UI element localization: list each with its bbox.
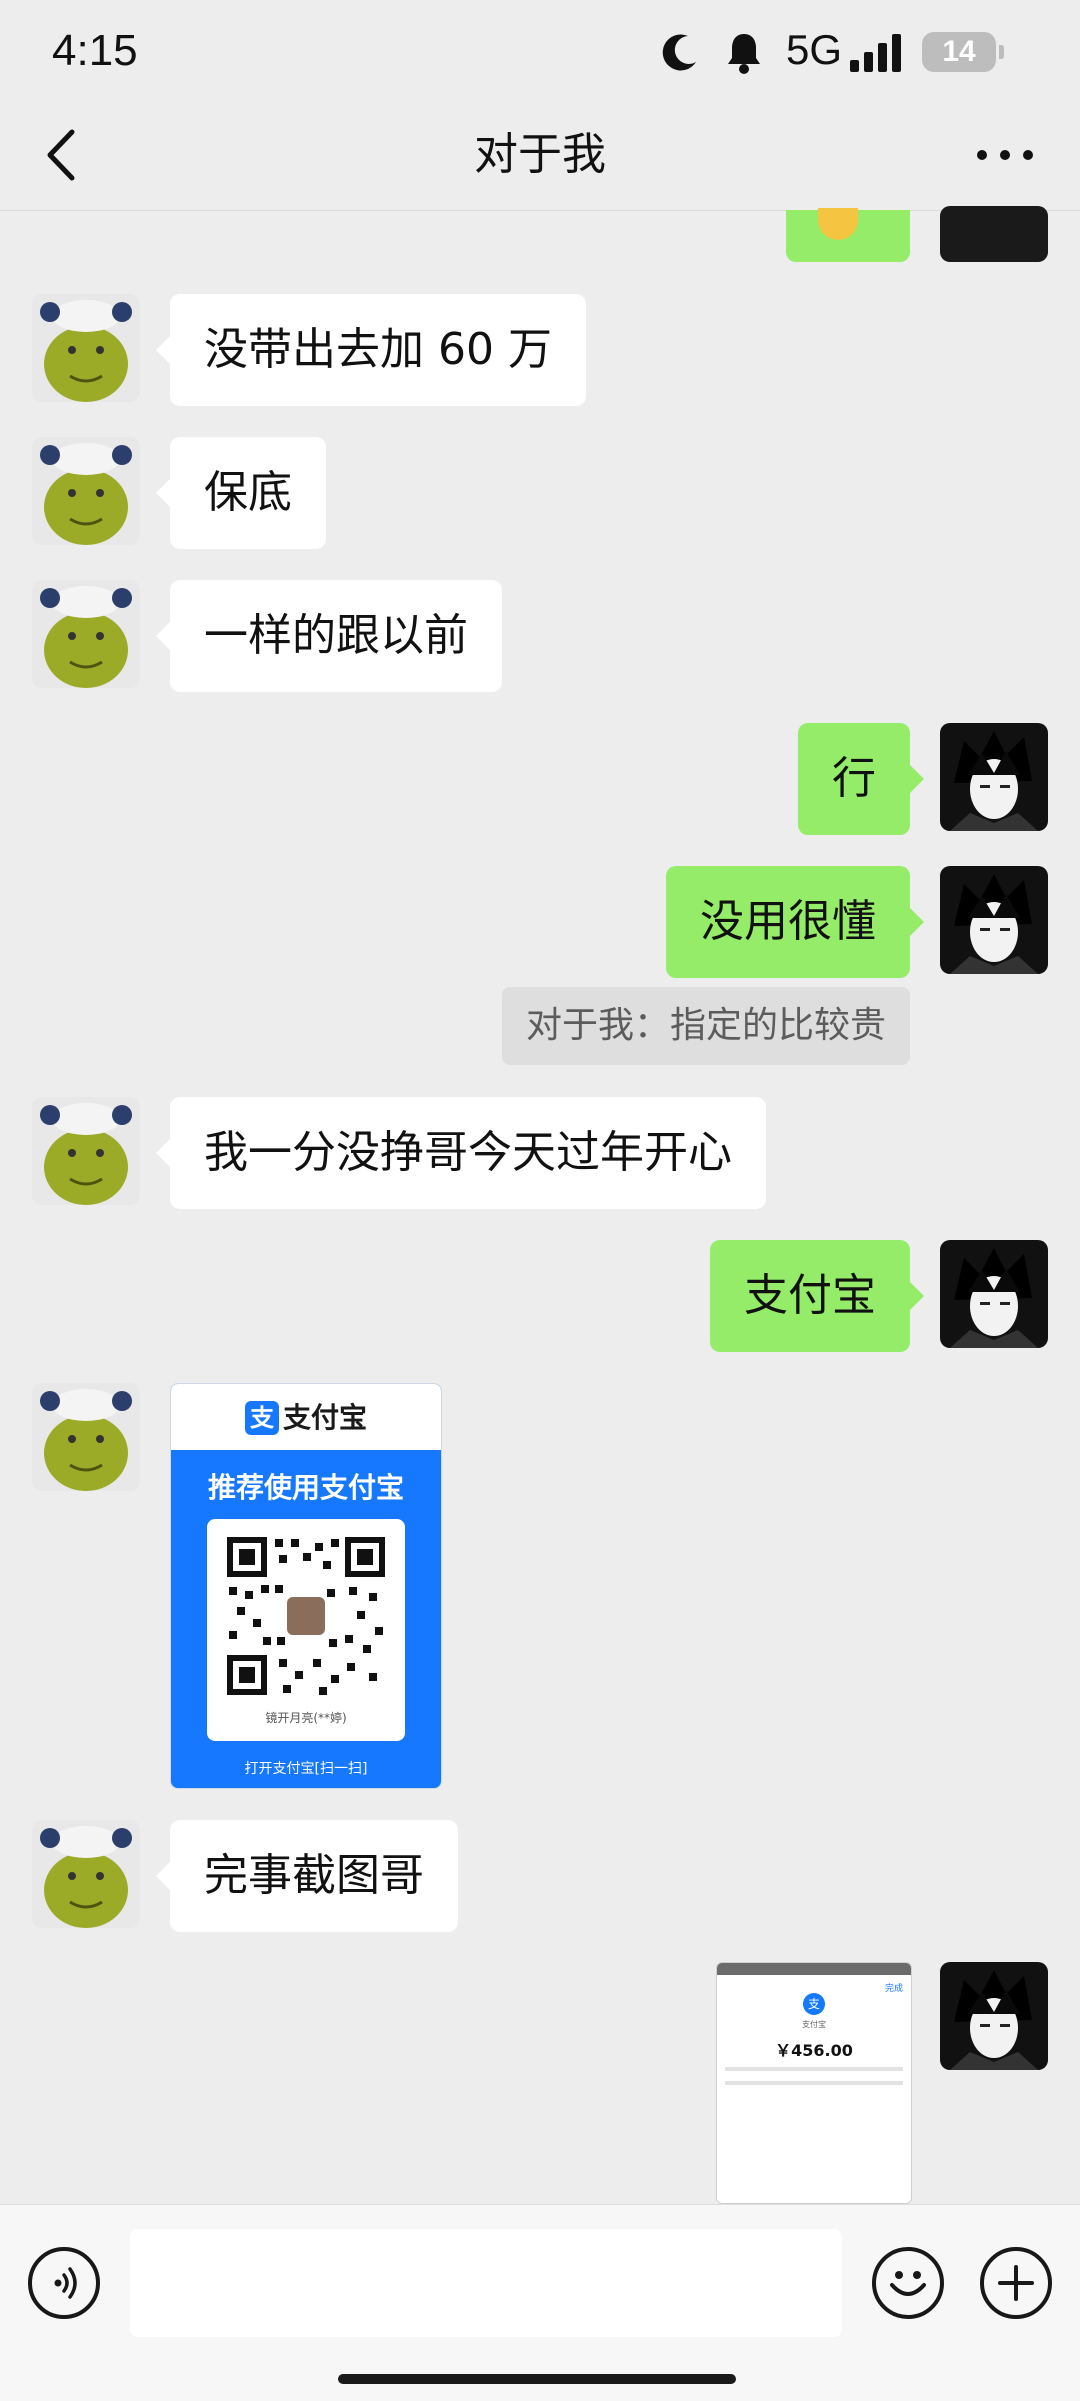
moon-icon bbox=[662, 34, 696, 71]
message-bubble[interactable]: 行 bbox=[798, 723, 924, 835]
avatar-self[interactable] bbox=[940, 206, 1048, 262]
qr-payee-name: 镜开月亮(**婷) bbox=[265, 1711, 347, 1725]
message-bubble[interactable]: 没带出去加 60 万 bbox=[156, 294, 586, 406]
message-row bbox=[0, 206, 1080, 262]
message-input-bar bbox=[0, 2204, 1080, 2401]
status-bar: 4:15 5G 14 bbox=[0, 0, 1080, 100]
voice-button[interactable] bbox=[28, 2247, 100, 2319]
avatar-contact[interactable] bbox=[32, 294, 140, 402]
alipay-qr-card[interactable]: 支支付宝 推荐使用支付宝 镜开月亮(**婷) 打开支付宝[扫一扫] bbox=[170, 1383, 442, 1789]
message-bubble[interactable]: 我一分没挣哥今天过年开心 bbox=[156, 1097, 766, 1209]
message-row: 我一分没挣哥今天过年开心 bbox=[0, 1097, 1080, 1209]
chat-title: 对于我 bbox=[474, 129, 606, 180]
more-functions-button[interactable] bbox=[980, 2247, 1052, 2319]
status-time: 4:15 bbox=[52, 26, 138, 75]
battery-indicator: 14 bbox=[922, 32, 1004, 72]
payment-screenshot-image[interactable]: 完成 支 支付宝 ￥456.00 bbox=[716, 1962, 912, 2204]
screenshot-done-label: 完成 bbox=[884, 1984, 903, 1994]
message-bubble[interactable]: 保底 bbox=[156, 437, 326, 549]
avatar-self[interactable] bbox=[940, 1240, 1048, 1348]
screenshot-detail-line bbox=[725, 2067, 903, 2071]
message-bubble[interactable]: 支付宝 bbox=[710, 1240, 924, 1352]
screenshot-status-bar bbox=[717, 1963, 911, 1975]
screenshot-brand: 支付宝 bbox=[802, 2020, 826, 2029]
message-bubble[interactable]: 一样的跟以前 bbox=[156, 580, 502, 692]
avatar-self[interactable] bbox=[940, 723, 1048, 831]
avatar-self[interactable] bbox=[940, 866, 1048, 974]
qr-code-box: 镜开月亮(**婷) bbox=[207, 1519, 405, 1741]
qr-brand: 支付宝 bbox=[282, 1401, 367, 1434]
quoted-message[interactable]: 对于我：指定的比较贵 bbox=[501, 987, 910, 1065]
avatar-contact[interactable] bbox=[32, 580, 140, 688]
bell-icon bbox=[728, 34, 760, 74]
message-row bbox=[0, 1962, 1080, 2202]
avatar-contact[interactable] bbox=[32, 1383, 140, 1491]
voice-icon bbox=[54, 2267, 77, 2299]
signal-icon bbox=[850, 34, 901, 72]
payment-amount: ￥456.00 bbox=[775, 2041, 853, 2060]
message-row: 支付宝 bbox=[0, 1240, 1080, 1352]
message-row: 一样的跟以前 bbox=[0, 580, 1080, 692]
chat-header: 对于我 bbox=[0, 100, 1080, 211]
alipay-logo-icon: 支 bbox=[803, 1993, 825, 2015]
message-input[interactable] bbox=[130, 2229, 842, 2337]
message-row: 没用很懂 bbox=[0, 866, 1080, 978]
message-bubble[interactable]: 完事截图哥 bbox=[156, 1820, 458, 1932]
message-row: 没带出去加 60 万 bbox=[0, 294, 1080, 406]
message-row bbox=[0, 1383, 1080, 1787]
screenshot-detail-line bbox=[725, 2081, 903, 2085]
qr-card-title: 推荐使用支付宝 bbox=[207, 1471, 404, 1504]
avatar-contact[interactable] bbox=[32, 437, 140, 545]
more-options-icon[interactable] bbox=[970, 120, 1040, 190]
emoji-button[interactable] bbox=[872, 2247, 944, 2319]
sticker-bubble[interactable] bbox=[786, 208, 910, 262]
qr-open-hint: 打开支付宝[扫一扫] bbox=[244, 1761, 368, 1777]
home-indicator[interactable] bbox=[338, 2374, 736, 2384]
message-row: 完事截图哥 bbox=[0, 1820, 1080, 1932]
plus-icon bbox=[998, 2265, 1034, 2301]
message-bubble[interactable]: 没用很懂 bbox=[666, 866, 924, 978]
avatar-contact[interactable] bbox=[32, 1820, 140, 1928]
alipay-logo-icon: 支 bbox=[244, 1401, 279, 1435]
qr-card-header: 支支付宝 bbox=[171, 1384, 441, 1450]
qr-code-icon bbox=[223, 1533, 389, 1699]
avatar-self[interactable] bbox=[940, 1962, 1048, 2070]
avatar-contact[interactable] bbox=[32, 1097, 140, 1205]
emoji-icon bbox=[890, 2271, 926, 2296]
message-row: 行 bbox=[0, 723, 1080, 835]
message-row: 保底 bbox=[0, 437, 1080, 549]
network-label: 5G bbox=[786, 26, 843, 73]
